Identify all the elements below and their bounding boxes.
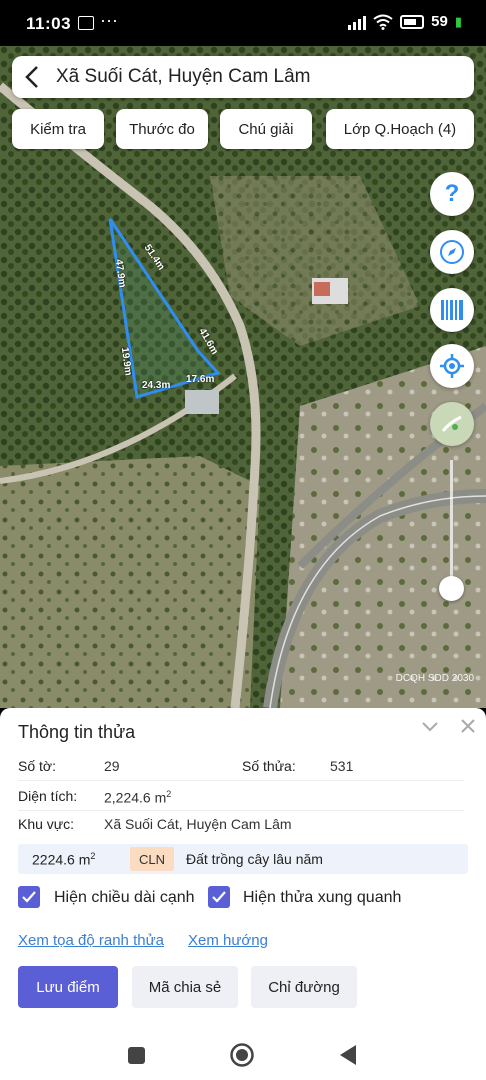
map-watermark: DCQH SDD 2030: [395, 673, 474, 684]
back-nav-button[interactable]: [333, 1040, 363, 1070]
edge-length-label: 17.6m: [186, 374, 215, 385]
view-direction-link[interactable]: Xem hướng: [188, 932, 268, 949]
status-time: 11:03: [26, 14, 72, 33]
compass-button[interactable]: [430, 230, 474, 274]
barcode-icon: [441, 300, 463, 320]
measure-button[interactable]: Thước đo: [116, 109, 208, 149]
page-title: Xã Suối Cát, Huyện Cam Lâm: [56, 66, 311, 87]
help-icon: ?: [444, 180, 460, 207]
notification-app-icon: [78, 16, 94, 30]
back-button[interactable]: [12, 56, 52, 98]
land-use-row: 2224.6 m2 CLN Đất trồng cây lâu năm: [18, 844, 468, 874]
divider: [18, 810, 464, 811]
land-use-area: 2224.6 m2: [32, 851, 96, 868]
locate-icon: [440, 354, 464, 378]
sheet-number-label: Số tờ:: [18, 758, 56, 774]
status-bar: 11:03 ··· 59 ▮: [0, 0, 486, 46]
area-value: 2,224.6 m2: [104, 789, 172, 806]
scan-button[interactable]: [430, 288, 474, 332]
check-icon: [22, 891, 36, 903]
check-button[interactable]: Kiểm tra: [12, 109, 104, 149]
map-layers-icon: [441, 415, 462, 432]
close-icon[interactable]: [458, 716, 478, 736]
land-use-code-badge: CLN: [130, 847, 174, 871]
show-neighbors-label[interactable]: Hiện thửa xung quanh: [243, 889, 401, 907]
home-icon: [230, 1043, 254, 1067]
show-neighbors-checkbox[interactable]: [208, 886, 230, 908]
region-label: Khu vực:: [18, 816, 75, 832]
save-point-button[interactable]: Lưu điểm: [18, 966, 118, 1008]
battery-icon: [400, 14, 425, 29]
signal-icon: [348, 14, 367, 30]
chevron-left-icon: [25, 66, 38, 88]
header-bar: Xã Suối Cát, Huyện Cam Lâm: [12, 56, 474, 98]
home-button[interactable]: [227, 1040, 257, 1070]
share-code-button[interactable]: Mã chia sẻ: [132, 966, 238, 1008]
parcel-info-panel: Thông tin thửa Số tờ: 29 Số thửa: 531 Di…: [0, 708, 486, 1030]
parcel-number-label: Số thửa:: [242, 758, 296, 774]
parcel-number-value: 531: [330, 758, 354, 774]
help-button[interactable]: ?: [430, 172, 474, 216]
panel-title: Thông tin thửa: [18, 722, 136, 742]
my-location-button[interactable]: [430, 344, 474, 388]
wifi-icon: [373, 14, 393, 30]
opacity-slider-handle[interactable]: [439, 576, 464, 601]
view-coordinates-link[interactable]: Xem tọa độ ranh thửa: [18, 932, 164, 949]
show-edge-length-label[interactable]: Hiện chiều dài cạnh: [54, 889, 195, 907]
legend-button[interactable]: Chú giải: [220, 109, 312, 149]
edge-length-label: 24.3m: [142, 380, 171, 391]
more-notifications-icon: ···: [100, 10, 118, 30]
battery-level: 59: [431, 13, 448, 30]
map-type-button[interactable]: [430, 402, 474, 446]
planning-layer-button[interactable]: Lớp Q.Hoạch (4): [326, 109, 474, 149]
back-triangle-icon: [340, 1045, 356, 1065]
show-edge-length-checkbox[interactable]: [18, 886, 40, 908]
recents-icon: [127, 1046, 145, 1064]
region-value: Xã Suối Cát, Huyện Cam Lâm: [104, 816, 292, 832]
directions-button[interactable]: Chỉ đường: [251, 966, 357, 1008]
compass-icon: [440, 240, 464, 264]
divider: [18, 780, 464, 781]
opacity-slider-track[interactable]: [450, 460, 453, 590]
recents-button[interactable]: [121, 1040, 151, 1070]
system-nav-bar: [0, 1030, 486, 1080]
charging-icon: ▮: [454, 13, 462, 29]
check-icon: [212, 891, 226, 903]
area-label: Diện tích:: [18, 788, 78, 804]
sheet-number-value: 29: [104, 758, 120, 774]
map-toolbar: Kiểm tra Thước đo Chú giải Lớp Q.Hoạch (…: [12, 109, 474, 149]
chevron-down-icon[interactable]: [420, 716, 440, 736]
land-use-description: Đất trồng cây lâu năm: [186, 851, 323, 867]
